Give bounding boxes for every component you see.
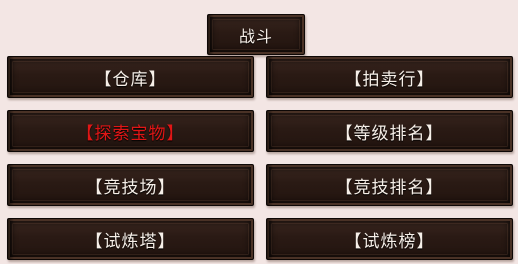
arena-ranking-button-label: 【竞技排名】	[335, 177, 444, 198]
trial-ranking-button-label: 【试炼榜】	[344, 231, 435, 252]
auction-house-button-label: 【拍卖行】	[344, 69, 435, 90]
warehouse-button-label: 【仓库】	[94, 69, 167, 90]
trial-tower-button-label: 【试炼塔】	[85, 231, 176, 252]
arena-button[interactable]: 【竞技场】	[7, 164, 254, 206]
auction-house-button[interactable]: 【拍卖行】	[266, 56, 513, 98]
warehouse-button[interactable]: 【仓库】	[7, 56, 254, 98]
explore-treasure-button-label: 【探索宝物】	[76, 123, 185, 144]
arena-button-label: 【竞技场】	[85, 177, 176, 198]
trial-tower-button[interactable]: 【试炼塔】	[7, 218, 254, 260]
trial-ranking-button[interactable]: 【试炼榜】	[266, 218, 513, 260]
battle-button-label: 战斗	[238, 26, 273, 46]
explore-treasure-button[interactable]: 【探索宝物】	[7, 110, 254, 152]
level-ranking-button-label: 【等级排名】	[335, 123, 444, 144]
arena-ranking-button[interactable]: 【竞技排名】	[266, 164, 513, 206]
battle-button[interactable]: 战斗	[207, 14, 305, 55]
level-ranking-button[interactable]: 【等级排名】	[266, 110, 513, 152]
